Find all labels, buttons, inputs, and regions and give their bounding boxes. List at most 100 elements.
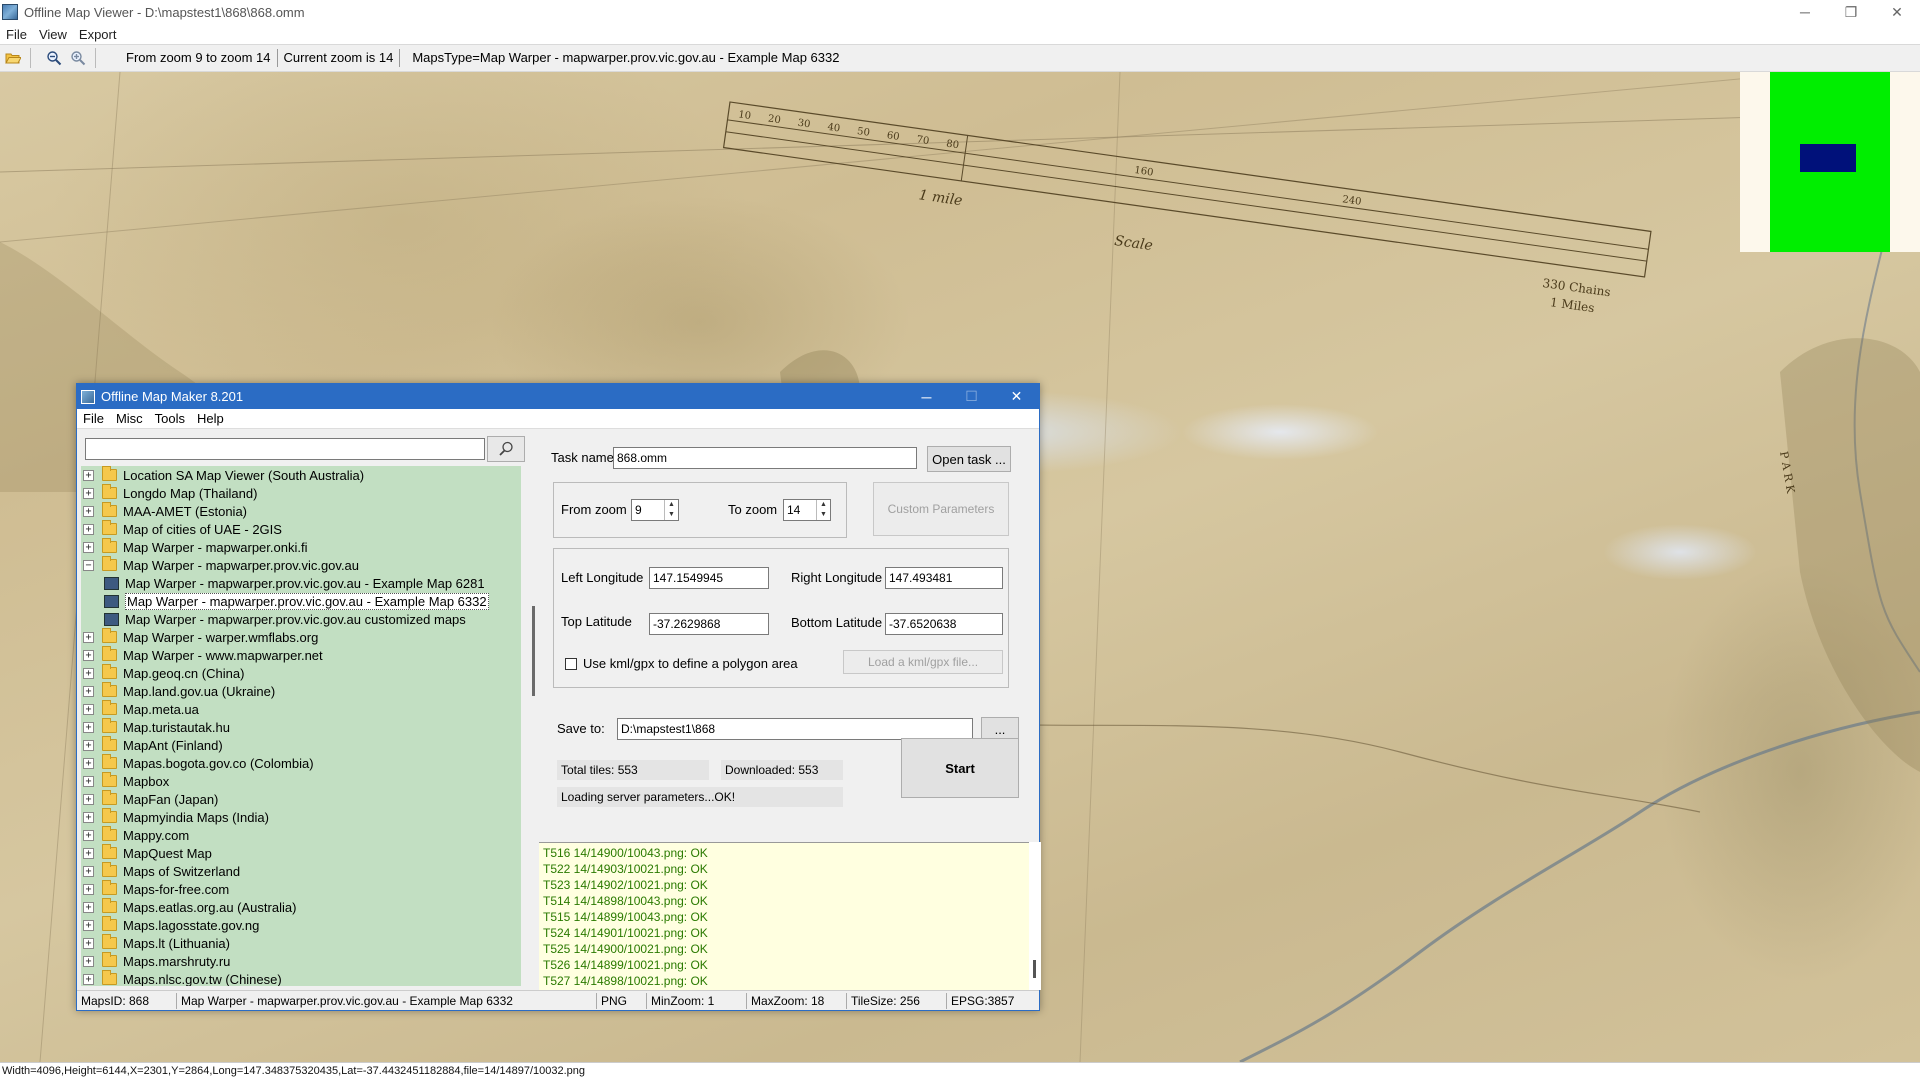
tree-item[interactable]: − Map Warper - mapwarper.prov.vic.gov.au <box>81 556 521 574</box>
tree-item[interactable]: + Mappy.com <box>81 826 521 844</box>
save-to-field[interactable]: D:\mapstest1\868 <box>617 718 973 740</box>
expand-icon[interactable]: + <box>83 667 94 679</box>
search-button[interactable] <box>487 436 525 462</box>
zoom-in-icon[interactable] <box>67 47 89 69</box>
expand-icon[interactable]: + <box>83 469 94 481</box>
expand-icon[interactable]: + <box>83 541 94 553</box>
dialog-menu-tools[interactable]: Tools <box>149 411 191 426</box>
tree-item[interactable]: + MapQuest Map <box>81 844 521 862</box>
tree-item[interactable]: + MAA-AMET (Estonia) <box>81 502 521 520</box>
open-task-button[interactable]: Open task ... <box>927 446 1011 472</box>
menu-file[interactable]: File <box>0 27 33 42</box>
expand-icon[interactable]: + <box>83 811 94 823</box>
expand-icon[interactable]: + <box>83 883 94 895</box>
maps-search-input[interactable] <box>85 438 485 460</box>
log-scrollbar-thumb[interactable] <box>1033 960 1036 978</box>
expand-icon[interactable]: + <box>83 865 94 877</box>
to-zoom-spinner[interactable]: 14 ▲ ▼ <box>783 499 831 521</box>
use-kml-checkbox[interactable] <box>565 658 577 670</box>
expand-icon[interactable]: + <box>83 523 94 535</box>
minimize-button[interactable]: ─ <box>1782 0 1828 24</box>
task-name-field[interactable]: 868.omm <box>613 447 917 469</box>
expand-icon[interactable]: + <box>83 487 94 499</box>
dialog-close-button[interactable]: ✕ <box>994 384 1039 409</box>
spinner-arrows-icon[interactable]: ▲ ▼ <box>816 500 830 520</box>
tree-item[interactable]: + Map.geoq.cn (China) <box>81 664 521 682</box>
tree-item[interactable]: + Map Warper - warper.wmflabs.org <box>81 628 521 646</box>
tree-item[interactable]: + Mapas.bogota.gov.co (Colombia) <box>81 754 521 772</box>
load-kml-button[interactable]: Load a kml/gpx file... <box>843 650 1003 674</box>
maps-tree[interactable]: + Location SA Map Viewer (South Australia… <box>81 466 521 986</box>
dialog-maximize-button[interactable]: ☐ <box>949 384 994 409</box>
tree-item[interactable]: + Maps of Switzerland <box>81 862 521 880</box>
custom-parameters-button[interactable]: Custom Parameters <box>873 482 1009 536</box>
expand-icon[interactable]: + <box>83 685 94 697</box>
tree-item-label: Map of cities of UAE - 2GIS <box>123 521 282 537</box>
max-zoom-text: MaxZoom: 18 <box>747 992 847 1009</box>
collapse-icon[interactable]: − <box>83 559 94 571</box>
tree-item[interactable]: Map Warper - mapwarper.prov.vic.gov.au -… <box>81 574 521 592</box>
expand-icon[interactable]: + <box>83 937 94 949</box>
open-folder-icon[interactable] <box>2 47 24 69</box>
overview-map[interactable] <box>1740 72 1920 252</box>
tree-item[interactable]: + MapAnt (Finland) <box>81 736 521 754</box>
tree-item[interactable]: + Maps.eatlas.org.au (Australia) <box>81 898 521 916</box>
dialog-menu-file[interactable]: File <box>77 411 110 426</box>
tree-item[interactable]: + Maps.lt (Lithuania) <box>81 934 521 952</box>
left-longitude-field[interactable]: 147.1549945 <box>649 567 769 589</box>
dialog-app-icon <box>81 389 95 404</box>
expand-icon[interactable]: + <box>83 973 94 985</box>
expand-icon[interactable]: + <box>83 829 94 841</box>
tree-item[interactable]: Map Warper - mapwarper.prov.vic.gov.au -… <box>81 592 521 610</box>
expand-icon[interactable]: + <box>83 901 94 913</box>
tree-item[interactable]: + Mapmyindia Maps (India) <box>81 808 521 826</box>
expand-icon[interactable]: + <box>83 775 94 787</box>
top-latitude-field[interactable]: -37.2629868 <box>649 613 769 635</box>
expand-icon[interactable]: + <box>83 631 94 643</box>
menu-export[interactable]: Export <box>73 27 123 42</box>
dialog-minimize-button[interactable]: ─ <box>904 384 949 409</box>
bottom-latitude-field[interactable]: -37.6520638 <box>885 613 1003 635</box>
dialog-menu-help[interactable]: Help <box>191 411 230 426</box>
tree-scrollbar[interactable] <box>529 466 537 986</box>
tree-scrollbar-thumb[interactable] <box>532 606 535 696</box>
expand-icon[interactable]: + <box>83 739 94 751</box>
expand-icon[interactable]: + <box>83 703 94 715</box>
tree-item[interactable]: + MapFan (Japan) <box>81 790 521 808</box>
menu-view[interactable]: View <box>33 27 73 42</box>
expand-icon[interactable]: + <box>83 793 94 805</box>
start-button[interactable]: Start <box>901 738 1019 798</box>
expand-icon[interactable]: + <box>83 955 94 967</box>
tree-item[interactable]: + Map Warper - mapwarper.onki.fi <box>81 538 521 556</box>
from-zoom-spinner[interactable]: 9 ▲ ▼ <box>631 499 679 521</box>
tree-item[interactable]: + Map of cities of UAE - 2GIS <box>81 520 521 538</box>
expand-icon[interactable]: + <box>83 847 94 859</box>
tree-item[interactable]: + Maps-for-free.com <box>81 880 521 898</box>
expand-icon[interactable]: + <box>83 721 94 733</box>
tree-item[interactable]: + Longdo Map (Thailand) <box>81 484 521 502</box>
expand-icon[interactable]: + <box>83 919 94 931</box>
dialog-menu-misc[interactable]: Misc <box>110 411 149 426</box>
expand-icon[interactable]: + <box>83 649 94 661</box>
to-zoom-label: To zoom <box>728 502 778 517</box>
tree-item[interactable]: + Map.turistautak.hu <box>81 718 521 736</box>
tree-item[interactable]: + Maps.nlsc.gov.tw (Chinese) <box>81 970 521 986</box>
restore-button[interactable]: ❐ <box>1828 0 1874 24</box>
tree-item[interactable]: + Map Warper - www.mapwarper.net <box>81 646 521 664</box>
log-scrollbar[interactable] <box>1029 842 1041 990</box>
status-bar: Width=4096,Height=6144,X=2301,Y=2864,Lon… <box>0 1062 1920 1080</box>
tree-item[interactable]: + Location SA Map Viewer (South Australia… <box>81 466 521 484</box>
tree-item-label: Mappy.com <box>123 827 190 843</box>
right-longitude-field[interactable]: 147.493481 <box>885 567 1003 589</box>
expand-icon[interactable]: + <box>83 505 94 517</box>
tree-item[interactable]: + Map.meta.ua <box>81 700 521 718</box>
tree-item[interactable]: + Maps.lagosstate.gov.ng <box>81 916 521 934</box>
tree-item[interactable]: Map Warper - mapwarper.prov.vic.gov.au c… <box>81 610 521 628</box>
close-button[interactable]: ✕ <box>1874 0 1920 24</box>
tree-item[interactable]: + Mapbox <box>81 772 521 790</box>
expand-icon[interactable]: + <box>83 757 94 769</box>
spinner-arrows-icon[interactable]: ▲ ▼ <box>664 500 678 520</box>
tree-item[interactable]: + Map.land.gov.ua (Ukraine) <box>81 682 521 700</box>
tree-item[interactable]: + Maps.marshruty.ru <box>81 952 521 970</box>
zoom-out-icon[interactable] <box>43 47 65 69</box>
